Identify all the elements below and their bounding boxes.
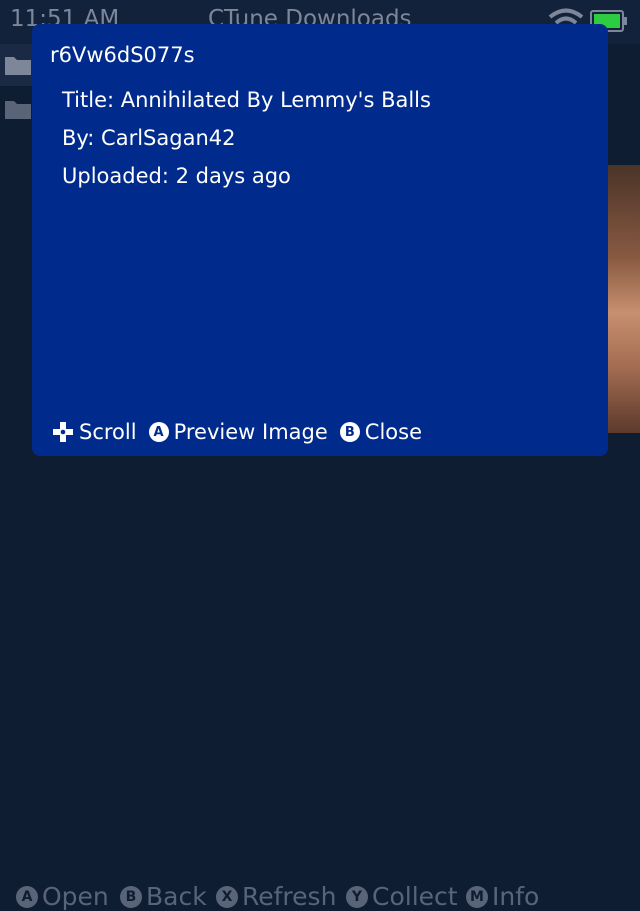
folder-icon xyxy=(5,57,31,75)
hint-label: Info xyxy=(492,882,540,911)
minus-button-icon: M xyxy=(466,885,488,908)
hint-refresh: X Refresh xyxy=(216,882,336,911)
b-button-icon: B xyxy=(120,885,142,908)
hint-open: A Open xyxy=(16,882,109,911)
dpad-icon xyxy=(52,421,74,443)
scroll-label: Scroll xyxy=(79,420,137,444)
folder-icon xyxy=(5,101,31,119)
y-button-icon: Y xyxy=(346,885,368,908)
preview-image-label: Preview Image xyxy=(173,420,328,444)
b-button-icon: B xyxy=(339,422,360,442)
a-button-icon: A xyxy=(16,885,38,908)
hint-label: Open xyxy=(42,882,109,911)
hint-label: Back xyxy=(146,882,207,911)
dialog-title: r6Vw6dS077s xyxy=(50,43,195,67)
hint-collect: Y Collect xyxy=(346,882,458,911)
a-button-icon: A xyxy=(148,422,169,442)
video-author-text: By: CarlSagan42 xyxy=(62,126,236,150)
video-thumbnail xyxy=(608,165,640,433)
video-title-text: Title: Annihilated By Lemmy's Balls xyxy=(62,88,431,112)
close-label: Close xyxy=(364,420,422,444)
dialog-button-hints: Scroll A Preview Image B Close xyxy=(52,418,434,446)
sidebar-item-folder-1[interactable] xyxy=(0,44,32,86)
x-button-icon: X xyxy=(216,885,238,908)
info-dialog: r6Vw6dS077s Title: Annihilated By Lemmy'… xyxy=(32,24,608,456)
hint-info: M Info xyxy=(466,882,539,911)
close-button[interactable]: B Close xyxy=(339,420,422,444)
scroll-hint[interactable]: Scroll xyxy=(52,420,137,444)
video-uploaded-text: Uploaded: 2 days ago xyxy=(62,164,291,188)
sidebar-item-folder-2[interactable] xyxy=(0,88,32,130)
hint-back: B Back xyxy=(120,882,207,911)
hint-label: Refresh xyxy=(242,882,337,911)
preview-image-button[interactable]: A Preview Image xyxy=(148,420,328,444)
hint-label: Collect xyxy=(372,882,458,911)
